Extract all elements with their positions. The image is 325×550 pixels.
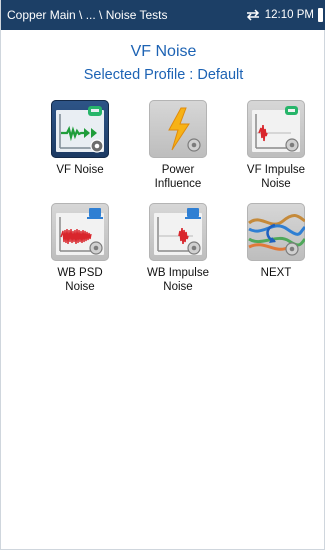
tile-wb-impulse-noise[interactable]: WB Impulse Noise	[130, 203, 226, 294]
wb-psd-noise-icon	[51, 203, 109, 261]
vf-noise-icon	[51, 100, 109, 158]
tile-vf-impulse-noise[interactable]: VF Impulse Noise	[228, 100, 324, 191]
connection-arrows-icon	[246, 9, 259, 21]
status-area: 12:10 PM	[245, 8, 323, 22]
page-title: VF Noise	[130, 43, 197, 60]
tile-label: NEXT	[260, 267, 292, 279]
tile-power-influence[interactable]: Power Influence	[130, 100, 226, 191]
tile-label: VF Noise	[56, 164, 104, 176]
next-icon	[247, 203, 305, 261]
tile-vf-noise[interactable]: VF Noise	[32, 100, 128, 177]
app-screen: Copper Main \ ... \ Noise Tests 12:10 PM…	[0, 0, 325, 550]
tile-next[interactable]: NEXT	[228, 203, 324, 280]
tile-wb-psd-noise[interactable]: WB PSD Noise	[32, 203, 128, 294]
vf-impulse-noise-icon	[247, 100, 305, 158]
page-header: VF Noise Selected Profile : Default	[1, 42, 325, 85]
tile-label: WB PSD Noise	[57, 267, 103, 293]
breadcrumb[interactable]: Copper Main \ ... \ Noise Tests	[7, 8, 168, 22]
battery-icon	[318, 8, 323, 22]
selected-profile: Selected Profile : Default	[83, 67, 244, 83]
clock: 12:10 PM	[264, 9, 314, 21]
power-influence-icon	[149, 100, 207, 158]
title-bar: Copper Main \ ... \ Noise Tests 12:10 PM	[1, 0, 325, 30]
tile-label: WB Impulse Noise	[147, 267, 209, 293]
wb-impulse-noise-icon	[149, 203, 207, 261]
tile-label: Power Influence	[154, 164, 202, 190]
tile-label: VF Impulse Noise	[246, 164, 306, 190]
